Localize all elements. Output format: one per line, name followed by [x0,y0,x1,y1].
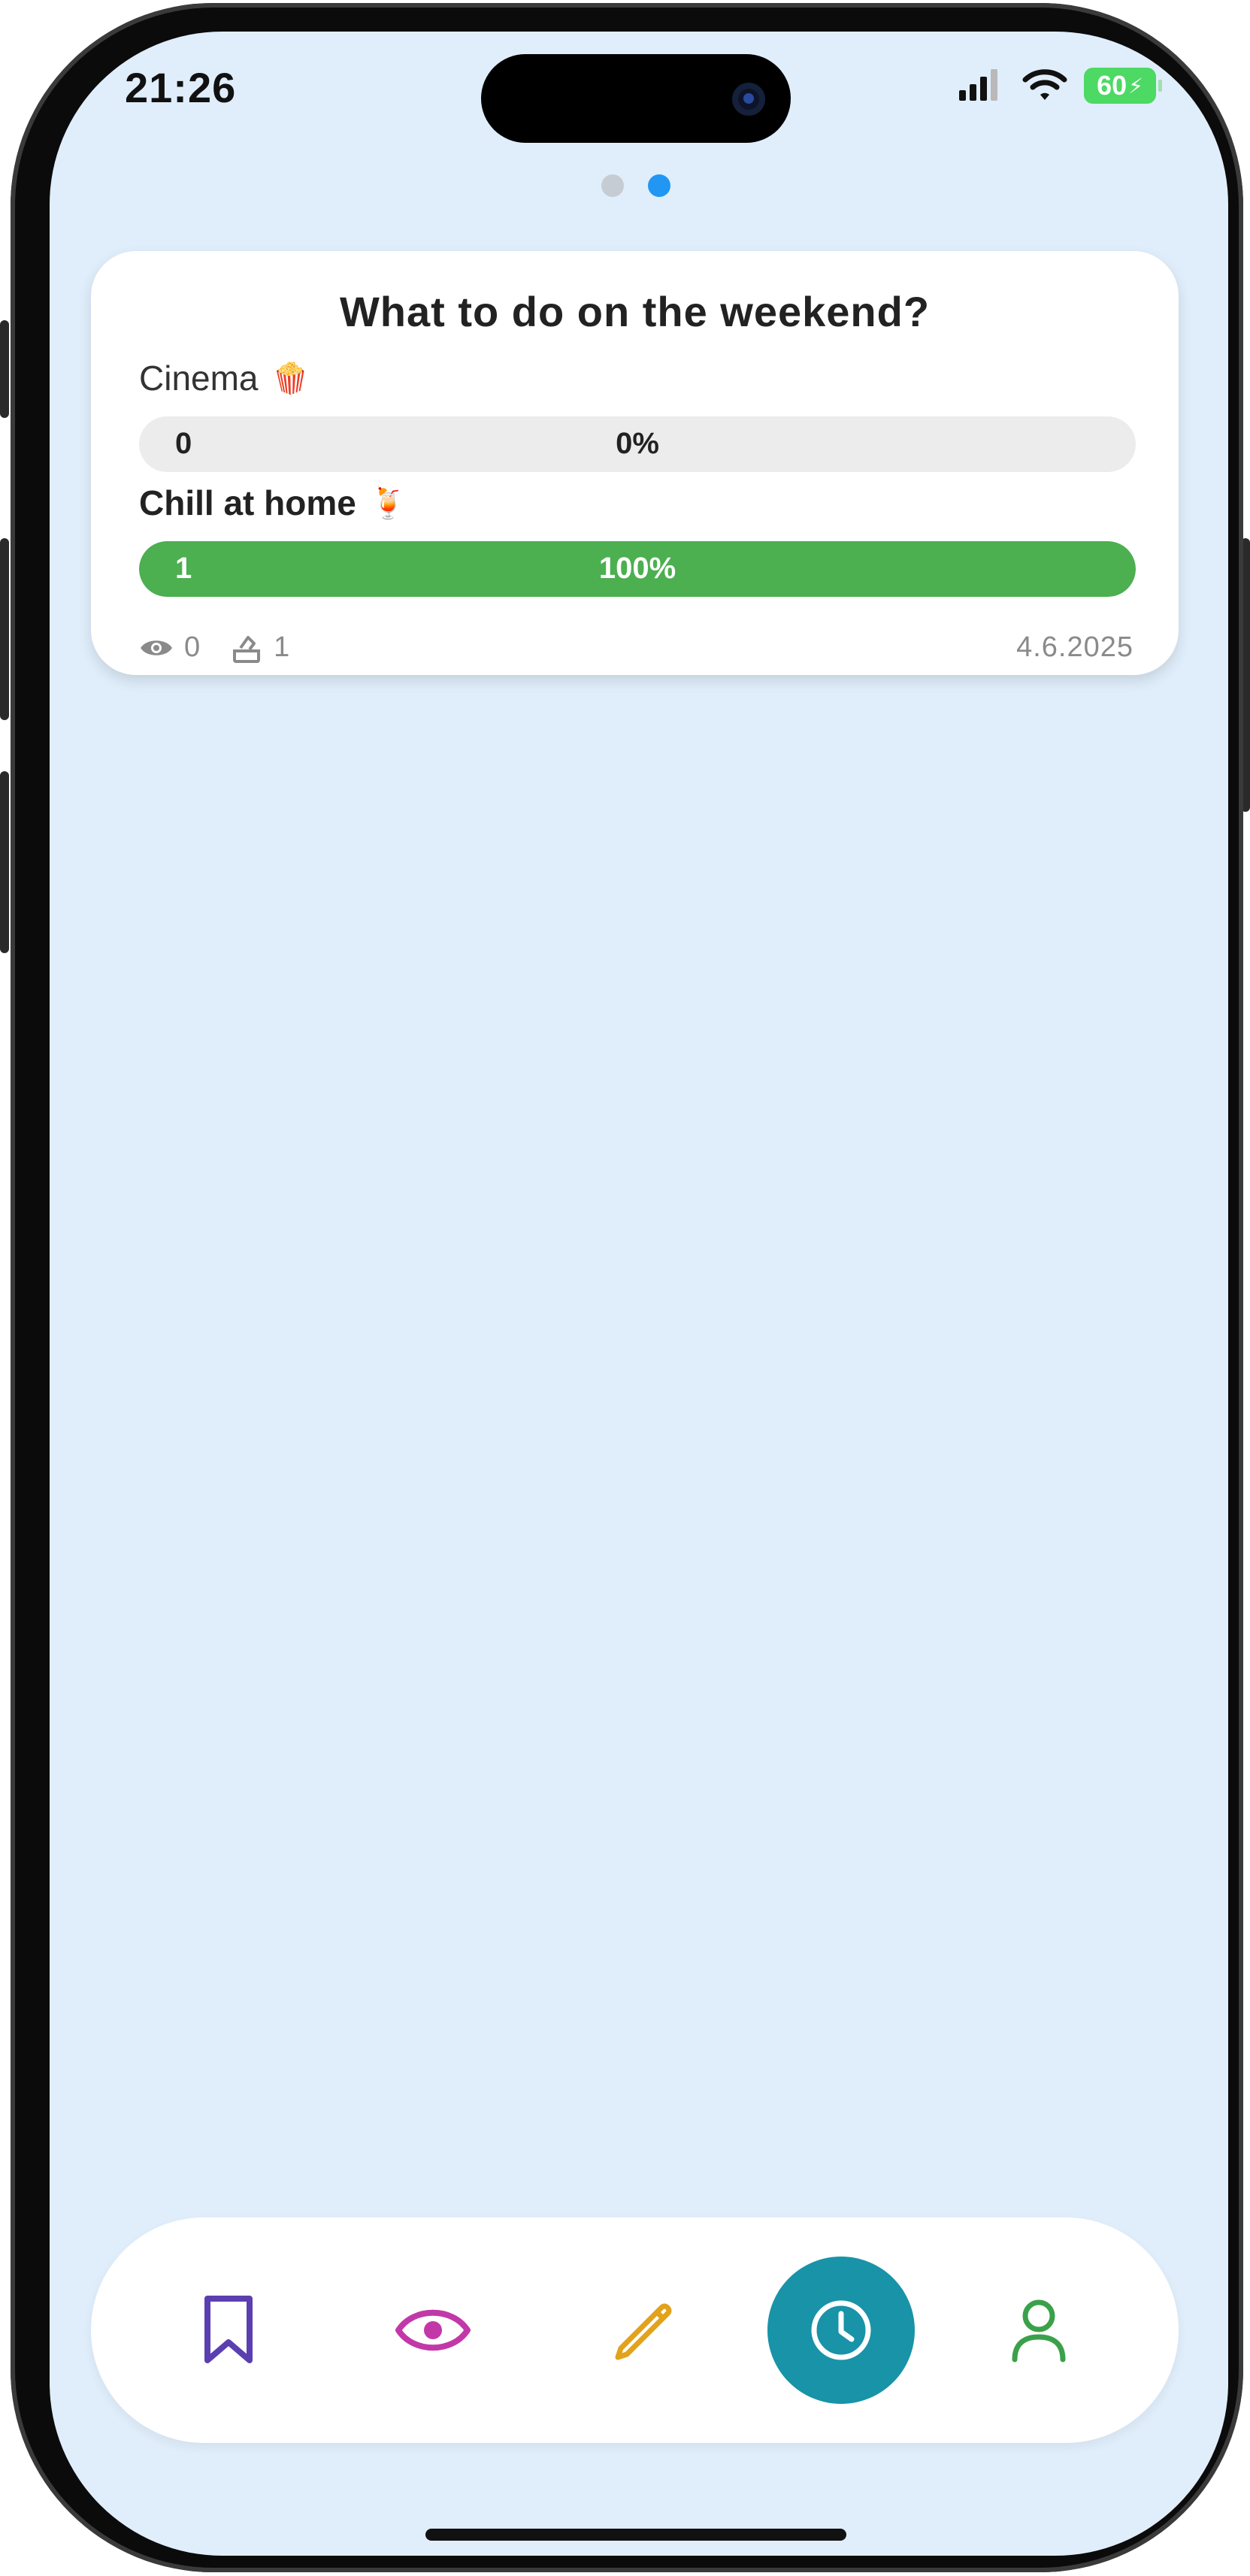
option-label-chill-at-home: Chill at home 🍹 [139,483,407,523]
phone-frame: 21:26 60 ⚡ What to do on the weekend? Ci… [11,3,1243,2572]
battery-indicator: 60 ⚡ [1084,68,1162,104]
nav-profile[interactable] [990,2281,1088,2379]
vote-count: 1 [274,631,290,663]
option-bar-chill-at-home[interactable]: 1 100% [139,541,1136,597]
bottom-navigation [91,2217,1179,2443]
nav-watching[interactable] [384,2281,482,2379]
user-icon [1012,2299,1066,2363]
tropical-drink-icon: 🍹 [369,486,407,520]
option-text: Cinema [139,359,259,398]
page-dot-active[interactable] [648,174,670,197]
charging-bolt-icon: ⚡ [1128,74,1143,98]
battery-level: 60 [1097,70,1127,101]
option-percent: 0% [616,427,659,460]
page-dot[interactable] [601,174,624,197]
home-indicator[interactable] [425,2529,846,2541]
status-icons: 60 ⚡ [958,68,1162,104]
option-label-cinema: Cinema 🍿 [139,358,309,398]
screen: 21:26 60 ⚡ What to do on the weekend? Ci… [50,32,1228,2556]
status-time: 21:26 [125,64,237,111]
eye-icon [141,640,172,655]
nav-create[interactable] [595,2281,692,2379]
poll-date: 4.6.2025 [1016,631,1133,663]
popcorn-icon: 🍿 [271,362,310,395]
option-percent: 100% [598,552,676,585]
nav-bookmarks[interactable] [180,2281,277,2379]
volume-up-button [0,538,9,720]
pencil-icon [615,2303,672,2360]
poll-title: What to do on the weekend? [339,288,931,335]
nav-history[interactable] [767,2257,915,2404]
poll-stats: 0 1 [139,631,289,664]
dynamic-island [481,54,791,143]
page-indicator [601,174,670,197]
volume-down-button [0,771,9,953]
action-button [0,320,9,418]
option-bar-cinema[interactable]: 0 0% [139,416,1136,472]
eye-icon [395,2309,471,2351]
clock-icon [811,2300,871,2360]
view-count: 0 [184,631,201,663]
ballot-box-icon [233,635,261,663]
camera-icon [732,83,765,116]
option-text: Chill at home [139,483,356,522]
poll-card[interactable]: What to do on the weekend? Cinema 🍿 0 0%… [91,251,1179,675]
cellular-signal-icon [959,69,997,101]
bookmark-icon [204,2296,253,2363]
wifi-icon [1022,69,1067,100]
